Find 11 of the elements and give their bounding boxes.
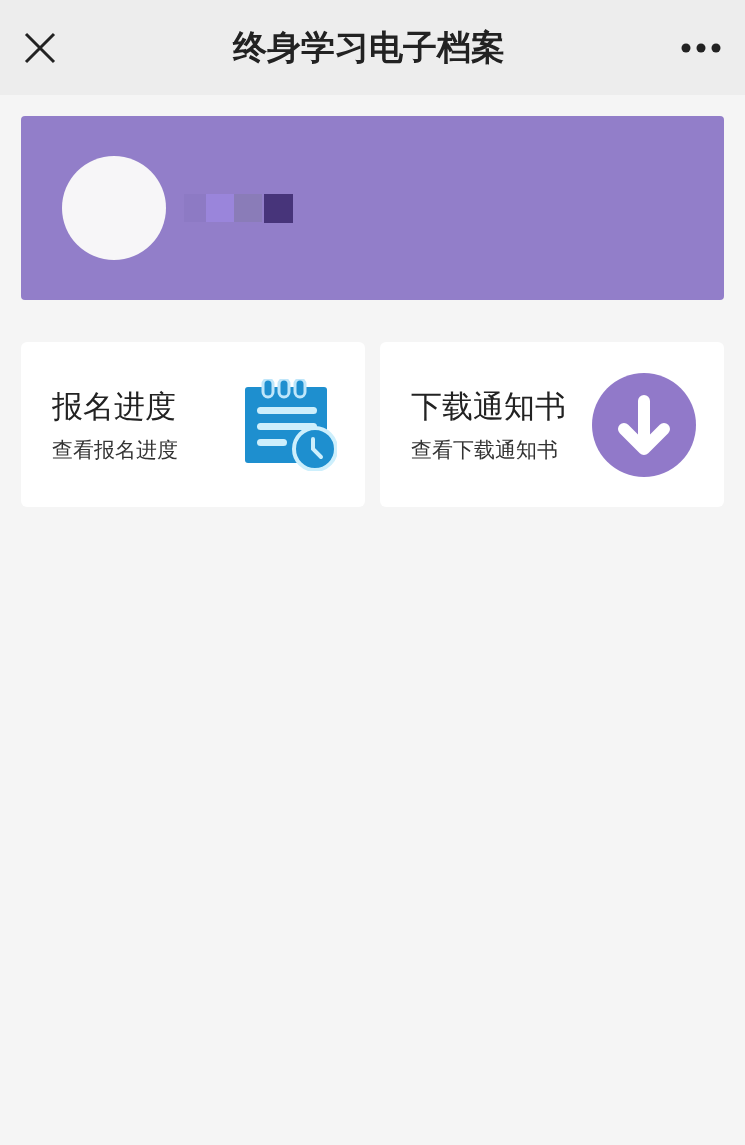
card-subtitle: 查看报名进度 xyxy=(52,436,178,464)
more-icon[interactable] xyxy=(681,42,721,53)
menu-card[interactable]: 下载通知书 查看下载通知书 xyxy=(380,342,724,507)
card-subtitle: 查看下载通知书 xyxy=(411,436,559,464)
close-icon[interactable] xyxy=(24,31,56,64)
download-icon xyxy=(592,372,696,477)
window-title: 终身学习电子档案 xyxy=(232,25,505,69)
menu-card[interactable]: 报名进度 查看报名进度 xyxy=(21,342,365,507)
card-title: 报名进度 xyxy=(52,386,177,426)
notepad-clock-icon xyxy=(245,378,337,471)
card-title: 下载通知书 xyxy=(411,386,566,426)
